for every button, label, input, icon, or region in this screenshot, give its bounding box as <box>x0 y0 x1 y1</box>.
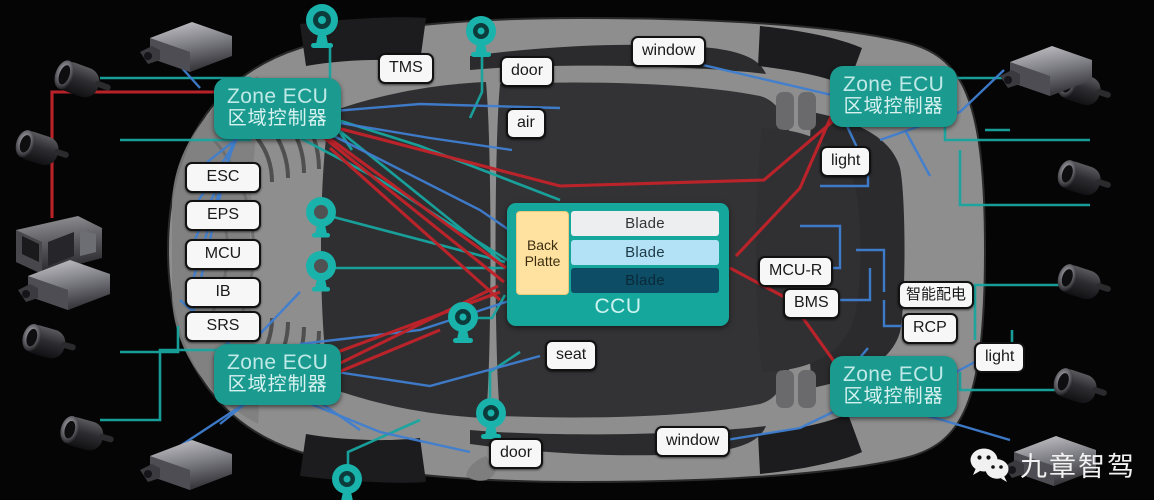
zone-ecu-label-en: Zone ECU <box>227 85 329 108</box>
wechat-icon <box>970 448 1009 482</box>
backplate-line-2: Platte <box>524 253 561 269</box>
ee-architecture-diagram: Back Platte Blade Blade Blade CCU Zone E… <box>0 0 1154 500</box>
zone-ecu-front-left[interactable]: Zone ECU 区域控制器 <box>214 78 342 139</box>
tag-mcu[interactable]: MCU <box>185 239 261 270</box>
zone-ecu-label-cn: 区域控制器 <box>843 96 944 118</box>
ccu-label: CCU <box>594 295 642 318</box>
zone-ecu-label-en: Zone ECU <box>227 351 329 374</box>
tag-seat[interactable]: seat <box>545 340 598 371</box>
tag-door-top[interactable]: door <box>500 56 555 87</box>
zone-ecu-label-cn: 区域控制器 <box>227 108 328 130</box>
ccu-backplate: Back Platte <box>516 211 569 295</box>
ccu-blade[interactable]: Blade <box>571 268 719 293</box>
tag-ib[interactable]: IB <box>185 277 261 308</box>
zone-ecu-label-cn: 区域控制器 <box>843 386 944 408</box>
tag-srs[interactable]: SRS <box>185 311 261 342</box>
backplate-line-1: Back <box>526 236 559 253</box>
zone-ecu-front-right[interactable]: Zone ECU 区域控制器 <box>830 66 958 127</box>
watermark-text: 九章智驾 <box>1020 452 1136 482</box>
tag-smart-power-distribution[interactable]: 智能配电 <box>898 281 975 309</box>
tag-light-bottom[interactable]: light <box>974 342 1026 373</box>
tag-door-bottom[interactable]: door <box>489 438 544 469</box>
watermark: 九章智驾 <box>969 445 1136 484</box>
ccu-blade-list: Blade Blade Blade <box>571 211 719 293</box>
zone-ecu-label-en: Zone ECU <box>843 363 945 386</box>
tag-bms[interactable]: BMS <box>783 288 840 319</box>
tag-window-bottom[interactable]: window <box>655 426 731 457</box>
tag-air[interactable]: air <box>506 108 546 139</box>
tag-window-top[interactable]: window <box>631 36 707 67</box>
tag-tms[interactable]: TMS <box>378 53 434 84</box>
zone-ecu-rear-left[interactable]: Zone ECU 区域控制器 <box>214 344 342 405</box>
ccu-blade[interactable]: Blade <box>571 239 719 265</box>
zone-ecu-rear-right[interactable]: Zone ECU 区域控制器 <box>830 356 958 417</box>
tag-eps[interactable]: EPS <box>185 200 261 231</box>
ccu-blade[interactable]: Blade <box>571 211 719 236</box>
tag-light-top[interactable]: light <box>820 146 872 177</box>
zone-ecu-label-en: Zone ECU <box>843 73 945 96</box>
tag-rcp[interactable]: RCP <box>902 313 958 344</box>
ccu-module[interactable]: Back Platte Blade Blade Blade CCU <box>507 203 729 326</box>
zone-ecu-label-cn: 区域控制器 <box>227 374 328 396</box>
tag-mcu-r[interactable]: MCU-R <box>758 256 834 287</box>
tag-esc[interactable]: ESC <box>185 162 261 193</box>
